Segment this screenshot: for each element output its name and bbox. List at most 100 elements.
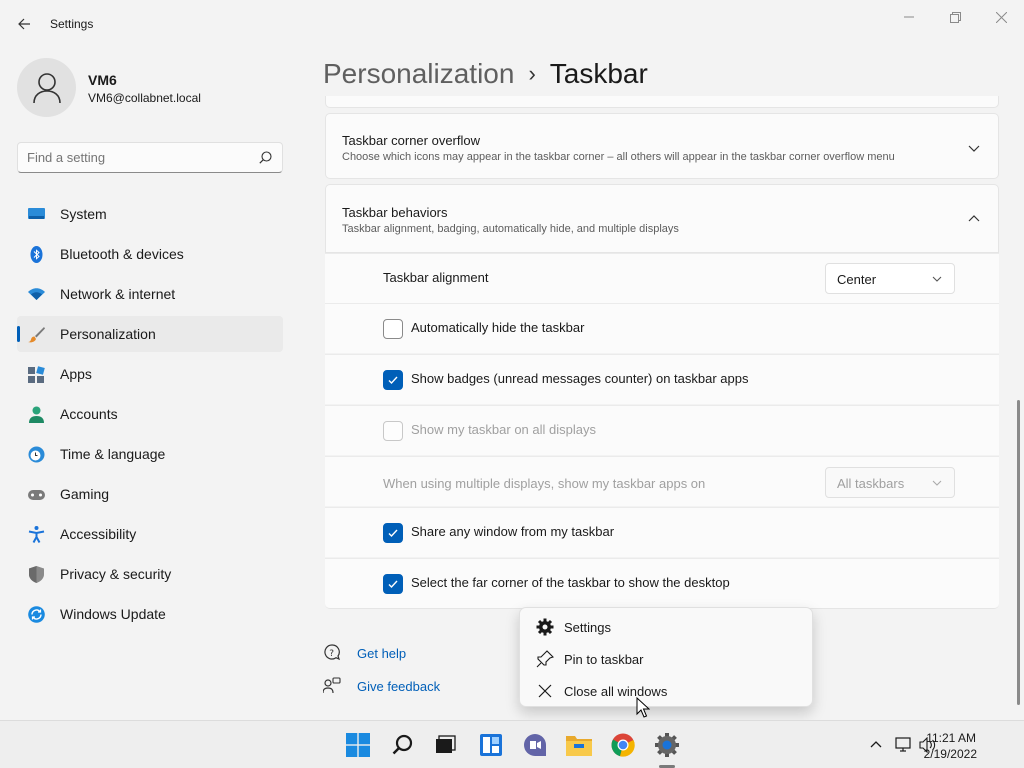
scrollbar[interactable] <box>1017 400 1020 705</box>
auto-hide-checkbox[interactable] <box>383 319 403 339</box>
title-bar: Settings <box>0 0 1024 48</box>
start-icon <box>346 733 370 757</box>
sidebar-item-accessibility[interactable]: Accessibility <box>17 516 283 552</box>
taskbar-chat-button[interactable] <box>520 730 550 760</box>
svg-text:?: ? <box>329 649 334 659</box>
search-icon[interactable] <box>259 151 272 164</box>
bluetooth-icon <box>30 246 43 263</box>
chevron-up-icon[interactable] <box>966 211 982 227</box>
tray-network-button[interactable] <box>893 734 915 756</box>
close-icon <box>995 11 1007 23</box>
taskbar-alignment-value: Center <box>837 272 877 287</box>
checkmark-icon <box>388 529 398 538</box>
app-title: Settings <box>50 17 94 31</box>
sidebar-item-bluetooth[interactable]: Bluetooth & devices <box>17 236 283 272</box>
tray-overflow-button[interactable] <box>865 734 887 756</box>
taskbar-task-view-button[interactable] <box>430 730 460 760</box>
far-corner-row: Select the far corner of the taskbar to … <box>325 558 999 609</box>
back-button[interactable] <box>10 12 38 36</box>
sidebar-item-label: Privacy & security <box>60 566 172 582</box>
chevron-down-icon[interactable] <box>966 140 982 156</box>
card-title: Taskbar behaviors <box>342 205 448 220</box>
clock-date[interactable]: 2/19/2022 <box>924 747 977 761</box>
far-corner-checkbox[interactable] <box>383 574 403 594</box>
give-feedback-link[interactable]: Give feedback <box>357 679 440 694</box>
help-icon: ? <box>324 644 340 661</box>
minimize-icon <box>904 16 914 18</box>
taskbar-start-button[interactable] <box>343 730 373 760</box>
taskbar-widgets-button[interactable] <box>476 730 506 760</box>
shield-icon <box>29 566 44 583</box>
restore-icon <box>949 11 961 23</box>
avatar[interactable] <box>17 58 76 117</box>
multi-display-value: All taskbars <box>837 476 905 491</box>
menu-item-settings[interactable]: Settings <box>524 611 810 641</box>
get-help-link[interactable]: Get help <box>357 646 406 661</box>
multi-display-label: When using multiple displays, show my ta… <box>383 476 706 491</box>
close-icon <box>538 684 552 698</box>
user-email: VM6@collabnet.local <box>88 91 201 105</box>
user-icon <box>32 72 61 103</box>
sidebar-item-network[interactable]: Network & internet <box>17 276 283 312</box>
menu-item-close-all-windows[interactable]: Close all windows <box>524 675 810 705</box>
share-window-row: Share any window from my taskbar <box>325 507 999 557</box>
minimize-button[interactable] <box>886 6 932 28</box>
taskbar-behaviors-card[interactable]: Taskbar behaviors Taskbar alignment, bad… <box>325 184 999 253</box>
breadcrumb-separator: › <box>528 61 536 86</box>
search-box[interactable] <box>17 142 283 173</box>
taskbar-file-explorer-button[interactable] <box>564 730 594 760</box>
sidebar-item-label: Accounts <box>60 406 118 422</box>
page-title: Taskbar <box>549 58 648 89</box>
card-subtitle: Choose which icons may appear in the tas… <box>342 151 895 163</box>
person-icon <box>29 406 44 423</box>
clock-globe-icon <box>28 446 45 463</box>
taskbar-alignment-select[interactable]: Center <box>825 263 955 294</box>
accessibility-icon <box>28 526 45 543</box>
taskbar-chrome-button[interactable] <box>608 730 638 760</box>
sidebar-item-windows-update[interactable]: Windows Update <box>17 596 283 632</box>
sidebar-item-apps[interactable]: Apps <box>17 356 283 392</box>
apps-icon <box>28 366 45 383</box>
breadcrumb-parent[interactable]: Personalization <box>323 58 514 90</box>
arrow-left-icon <box>18 18 30 30</box>
share-window-label: Share any window from my taskbar <box>411 524 615 539</box>
chrome-icon <box>611 733 635 757</box>
share-window-checkbox[interactable] <box>383 523 403 543</box>
taskbar-search-button[interactable] <box>388 730 418 760</box>
sidebar-item-system[interactable]: System <box>17 196 283 232</box>
taskbar-settings-button[interactable] <box>652 730 682 760</box>
taskbar-corner-overflow-card[interactable]: Taskbar corner overflow Choose which ico… <box>325 113 999 179</box>
far-corner-label: Select the far corner of the taskbar to … <box>411 575 730 590</box>
brush-icon <box>28 327 45 343</box>
show-badges-checkbox[interactable] <box>383 370 403 390</box>
menu-item-pin-to-taskbar[interactable]: Pin to taskbar <box>524 643 810 673</box>
gear-icon <box>536 618 554 636</box>
previous-card-edge <box>325 96 999 108</box>
close-window-button[interactable] <box>978 6 1024 28</box>
taskbar-context-menu: Settings Pin to taskbar Close all window… <box>519 607 813 707</box>
sidebar-item-accounts[interactable]: Accounts <box>17 396 283 432</box>
all-displays-checkbox <box>383 421 403 441</box>
card-subtitle: Taskbar alignment, badging, automaticall… <box>342 223 679 235</box>
multi-display-row: When using multiple displays, show my ta… <box>325 456 999 506</box>
sidebar-item-label: Accessibility <box>60 526 137 542</box>
file-explorer-icon <box>566 736 592 756</box>
auto-hide-label: Automatically hide the taskbar <box>411 320 585 335</box>
sidebar-item-personalization[interactable]: Personalization <box>17 316 283 352</box>
search-input[interactable] <box>27 150 247 165</box>
multi-display-select: All taskbars <box>825 467 955 498</box>
checkmark-icon <box>388 376 398 385</box>
sidebar-nav: System Bluetooth & devices Network & int… <box>17 196 283 636</box>
clock-time[interactable]: 11:21 AM <box>926 731 976 745</box>
maximize-button[interactable] <box>932 6 978 28</box>
sidebar-item-time-language[interactable]: Time & language <box>17 436 283 472</box>
sidebar-item-label: Network & internet <box>60 286 176 302</box>
taskbar-alignment-row: Taskbar alignment Center <box>325 253 999 303</box>
feedback-icon <box>323 677 341 694</box>
all-displays-label: Show my taskbar on all displays <box>411 422 596 437</box>
card-title: Taskbar corner overflow <box>342 133 480 148</box>
sidebar-item-label: Time & language <box>60 446 166 462</box>
taskbar-alignment-label: Taskbar alignment <box>383 270 489 285</box>
sidebar-item-privacy[interactable]: Privacy & security <box>17 556 283 592</box>
sidebar-item-gaming[interactable]: Gaming <box>17 476 283 512</box>
